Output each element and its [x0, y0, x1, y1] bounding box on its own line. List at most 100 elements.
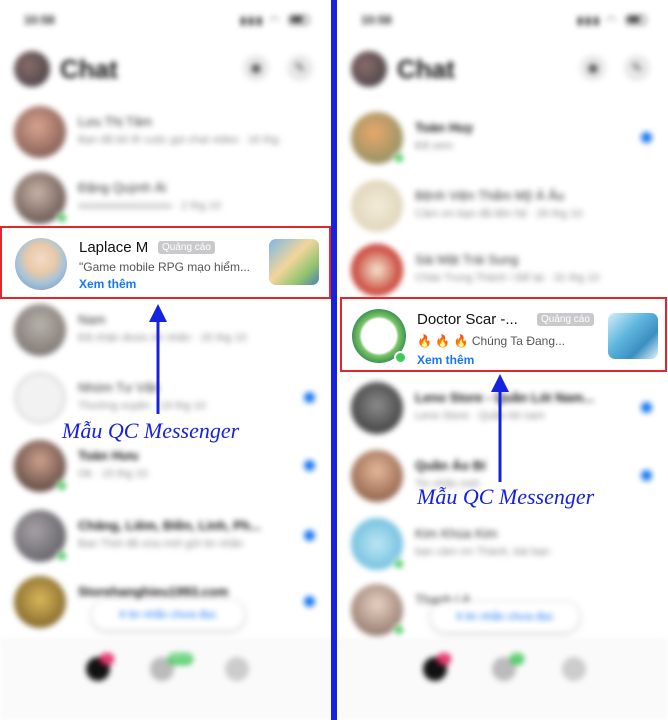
list-item[interactable]: Toàn Huy Đã xem	[337, 104, 668, 172]
avatar	[14, 106, 66, 158]
battery-icon	[289, 15, 309, 25]
bottom-tab-bar: 1 5	[337, 640, 668, 720]
list-item[interactable]: Đặng Quỳnh Ái xxxxxxxxxxxxxxxxx · 2 thg …	[0, 164, 331, 232]
chat-snippet: xxxxxxxxxxxxxxxxx · 2 thg 10	[78, 200, 222, 212]
chat-name: Sài Mật Trái Sung	[415, 252, 519, 267]
page-title: Chat	[60, 54, 118, 84]
status-icons: ▮▮▮ ◠	[577, 14, 646, 27]
list-item[interactable]: Chăng, Liêm, Điền, Linh, Ph... Ban Thời …	[0, 502, 331, 570]
signal-icon: ▮▮▮	[240, 15, 265, 27]
right-phone-screenshot: 10:58 ▮▮▮ ◠ Chat ◉ ✎ Toàn Huy Đã xem Bện…	[337, 0, 668, 720]
ad-message-text: "Game mobile RPG mạo hiểm...	[79, 260, 250, 274]
chat-snippet: Bạn đã bỏ lỡ cuộc gọi chat video · 16 th…	[78, 134, 283, 146]
chat-name: Quần Áo Bí	[415, 458, 486, 473]
annotation-arrow	[491, 374, 509, 482]
avatar	[351, 244, 403, 296]
people-badge: 5	[510, 653, 524, 665]
unread-messages-pill[interactable]: 6 tin nhắn chưa đọc	[431, 602, 579, 632]
avatar	[351, 450, 403, 502]
annotation-label: Mẫu QC Messenger	[62, 418, 240, 443]
chat-snippet: Leno Store · Quần lót nam	[415, 410, 545, 422]
list-item[interactable]: Bệnh Viện Thẩm Mỹ Á Âu Cảm ơn bạn đã liê…	[337, 172, 668, 240]
ad-avatar	[15, 238, 67, 290]
discover-tab-icon[interactable]	[562, 657, 586, 681]
wifi-icon: ◠	[606, 15, 618, 27]
list-item[interactable]: Lưu Thị Tâm Bạn đã bỏ lỡ cuộc gọi chat v…	[0, 98, 331, 166]
chat-name: Nam	[78, 312, 106, 327]
arrow-head	[491, 374, 509, 392]
ad-see-more-link[interactable]: Xem thêm	[79, 277, 136, 291]
people-badge: NEW	[168, 653, 193, 665]
online-indicator	[56, 550, 68, 562]
list-item[interactable]: Kim Khùa Kim bạn cảm ơn Thành, bài bạn	[337, 510, 668, 578]
compose-icon[interactable]: ✎	[287, 55, 313, 81]
annotation-label: Mẫu QC Messenger	[417, 484, 595, 509]
status-time: 10:58	[24, 13, 55, 27]
ad-advertiser-name: Laplace M	[79, 239, 149, 256]
ad-sponsored-badge: Quảng cáo	[537, 313, 594, 326]
online-indicator	[56, 480, 68, 492]
battery-icon	[626, 15, 646, 25]
ad-see-more-link[interactable]: Xem thêm	[417, 353, 474, 367]
online-indicator	[393, 152, 405, 164]
chats-badge: 1	[437, 653, 451, 665]
unread-messages-pill[interactable]: 6 tin nhắn chưa đọc	[92, 600, 244, 630]
sponsored-message-ad[interactable]: Doctor Scar -... Quảng cáo 🔥 🔥 🔥 Chúng T…	[340, 297, 667, 372]
ad-thumbnail-image[interactable]	[269, 239, 319, 285]
chat-name: Chăng, Liêm, Điền, Linh, Ph...	[78, 518, 261, 533]
signal-icon: ▮▮▮	[577, 15, 602, 27]
online-indicator	[393, 624, 405, 636]
unread-dot	[304, 460, 315, 471]
profile-avatar[interactable]	[351, 51, 387, 87]
compose-icon[interactable]: ✎	[624, 55, 650, 81]
chat-snippet: Ban Thời đã vừa mới gửi tin nhắn	[78, 538, 244, 550]
status-bar: 10:58 ▮▮▮ ◠	[337, 0, 668, 40]
unread-dot	[304, 392, 315, 403]
online-indicator	[394, 351, 407, 364]
ad-sponsored-badge: Quảng cáo	[158, 241, 215, 254]
chat-name: Lưu Thị Tâm	[78, 114, 152, 129]
avatar	[14, 576, 66, 628]
online-indicator	[393, 558, 405, 570]
status-bar: 10:58 ▮▮▮ ◠	[0, 0, 331, 40]
annotation-arrow	[149, 304, 167, 414]
profile-avatar[interactable]	[14, 51, 50, 87]
ad-advertiser-name: Doctor Scar -...	[417, 311, 518, 328]
wifi-icon: ◠	[269, 15, 281, 27]
status-time: 10:58	[361, 13, 392, 27]
discover-tab-icon[interactable]	[225, 657, 249, 681]
chat-snippet: bạn cảm ơn Thành, bài bạn	[415, 546, 550, 558]
left-phone-screenshot: 10:58 ▮▮▮ ◠ Chat ◉ ✎ Lưu Thị Tâm Bạn đã …	[0, 0, 331, 720]
page-title: Chat	[397, 54, 455, 84]
chat-name: Toàn Huy	[415, 120, 474, 135]
list-item[interactable]: Sài Mật Trái Sung Chào Trung Thành ! Để …	[337, 236, 668, 304]
chat-header: Chat ◉ ✎	[337, 44, 668, 94]
ad-thumbnail-image[interactable]	[608, 313, 658, 359]
unread-dot	[641, 470, 652, 481]
chat-name: Toàn Hưu	[78, 448, 139, 463]
chat-name: Kim Khùa Kim	[415, 526, 498, 541]
avatar	[14, 372, 66, 424]
bottom-tab-bar: 1 NEW	[0, 640, 331, 720]
chats-badge: 1	[100, 653, 114, 665]
chat-snippet: Đã xem	[415, 140, 453, 152]
ad-message-text: 🔥 🔥 🔥 Chúng Ta Đang...	[417, 334, 566, 348]
unread-dot	[641, 402, 652, 413]
chat-snippet: Chào Trung Thành ! Để lại · 31 thg 10	[415, 272, 600, 284]
avatar	[14, 304, 66, 356]
chat-name: Bệnh Viện Thẩm Mỹ Á Âu	[415, 188, 565, 203]
chat-snippet: Cảm ơn bạn đã liên hệ · 26 thg 10	[415, 208, 583, 220]
camera-icon[interactable]: ◉	[243, 55, 269, 81]
online-indicator	[56, 212, 68, 224]
unread-dot	[641, 132, 652, 143]
avatar	[351, 180, 403, 232]
arrow-head	[149, 304, 167, 322]
chat-snippet: Ok · 15 thg 10	[78, 468, 148, 480]
chat-name: Storehanghieu1993.com	[78, 584, 229, 599]
sponsored-message-ad[interactable]: Laplace M Quảng cáo "Game mobile RPG mạo…	[0, 226, 331, 299]
chat-snippet: Thường xuyên · 19 thg 10	[78, 400, 206, 412]
chat-header: Chat ◉ ✎	[0, 44, 331, 94]
camera-icon[interactable]: ◉	[580, 55, 606, 81]
status-icons: ▮▮▮ ◠	[240, 14, 309, 27]
unread-dot	[304, 596, 315, 607]
